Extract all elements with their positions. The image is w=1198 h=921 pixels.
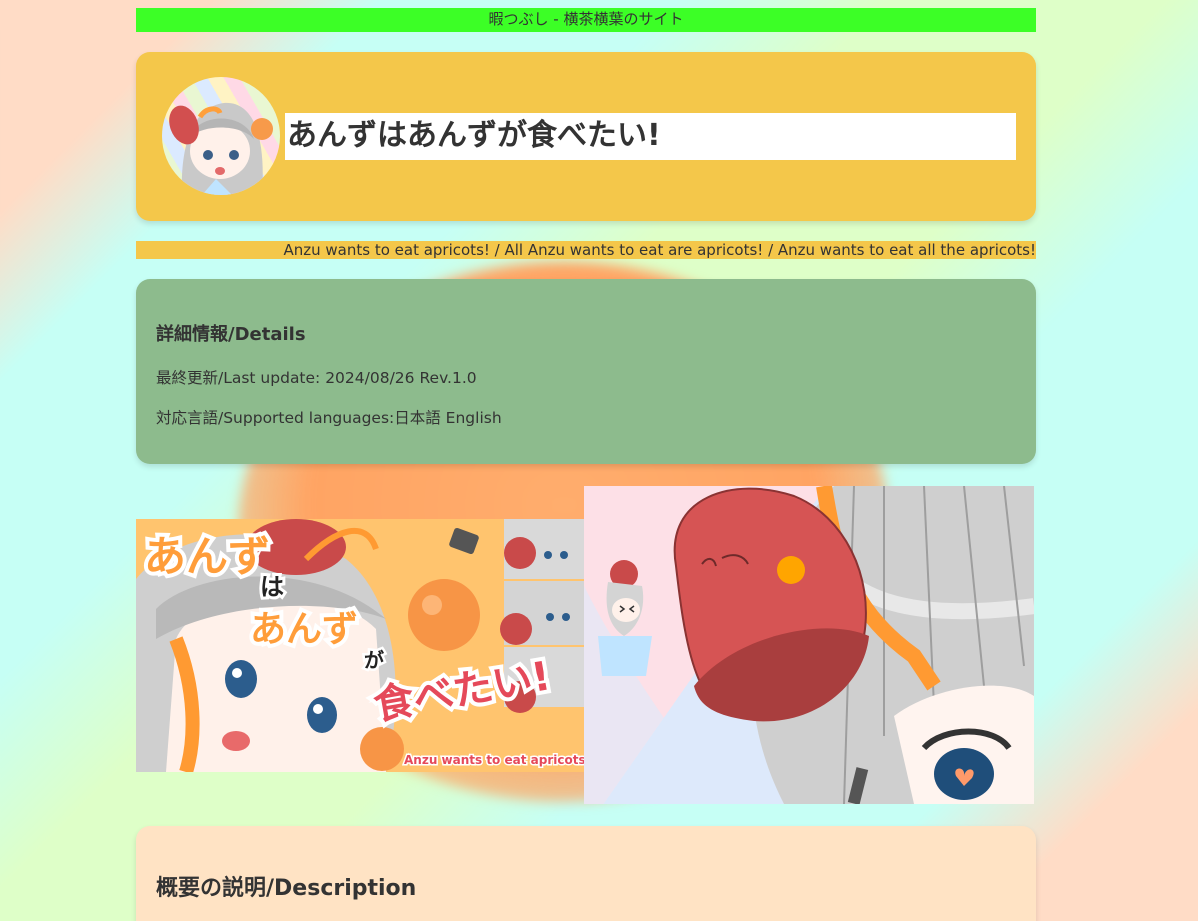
key-art-title-3: あんず	[250, 609, 358, 650]
title-box: あんずはあんずが食べたい!	[285, 113, 1016, 160]
key-art-image: あんず は あんず が 食べたい! Anzu wants to eat apri…	[136, 519, 584, 772]
subtitle: Anzu wants to eat apricots! / All Anzu w…	[136, 241, 1036, 259]
header-card: あんずはあんずが食べたい!	[136, 52, 1036, 221]
key-art-illustration: あんず は あんず が 食べたい! Anzu wants to eat apri…	[136, 519, 584, 772]
anzu-avatar-icon	[169, 102, 273, 195]
details-heading: 詳細情報/Details	[156, 324, 306, 345]
closeup-illustration	[584, 486, 1034, 804]
closeup-image	[584, 486, 1034, 804]
page-title: あんずはあんずが食べたい!	[287, 118, 661, 153]
key-art-title-1: あんず	[144, 532, 270, 581]
description-card: 概要の説明/Description	[136, 826, 1036, 921]
site-link-bar[interactable]: 暇つぶし - 横茶横葉のサイト	[136, 8, 1036, 32]
details-card: 詳細情報/Details 最終更新/Last update: 2024/08/2…	[136, 279, 1036, 464]
description-heading: 概要の説明/Description	[156, 876, 417, 901]
last-update: 最終更新/Last update: 2024/08/26 Rev.1.0	[156, 369, 477, 387]
key-art-title-4: が	[364, 648, 384, 672]
key-art-caption: Anzu wants to eat apricots!	[404, 753, 584, 767]
avatar	[162, 77, 280, 195]
supported-languages: 対応言語/Supported languages:日本語 English	[156, 409, 502, 427]
key-art-title-2: は	[260, 573, 284, 601]
